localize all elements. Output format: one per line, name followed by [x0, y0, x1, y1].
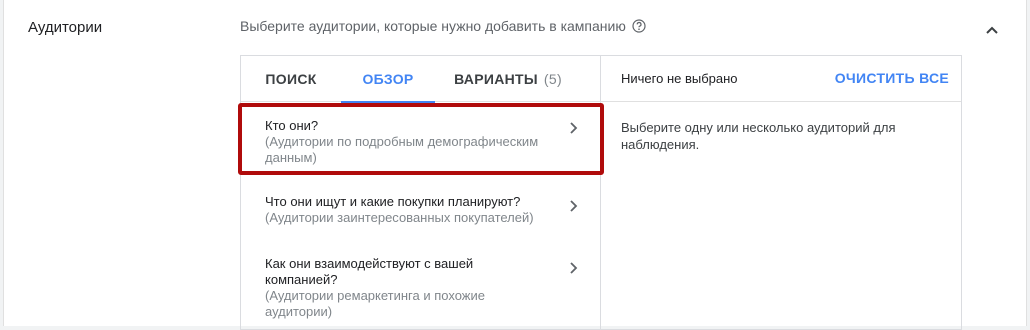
- browse-pane: ПОИСК ОБЗОР ВАРИАНТЫ (5) Кто они? (Аудит…: [238, 56, 604, 329]
- tab-search[interactable]: ПОИСК: [241, 56, 341, 102]
- list-item-title: Что они ищут и какие покупки планируют?: [265, 194, 521, 209]
- selection-empty-text: Ничего не выбрано: [621, 71, 738, 86]
- tab-browse[interactable]: ОБЗОР: [341, 56, 435, 103]
- chevron-up-icon: [986, 26, 998, 34]
- list-item-subtitle: (Аудитории заинтересованных покупателей): [265, 210, 534, 225]
- section-title: Аудитории: [28, 19, 103, 36]
- selection-header: Ничего не выбрано ОЧИСТИТЬ ВСЕ: [601, 56, 961, 102]
- tab-browse-label: ОБЗОР: [362, 71, 414, 87]
- tab-options[interactable]: ВАРИАНТЫ (5): [435, 56, 581, 102]
- chevron-right-icon: [570, 122, 578, 134]
- instruction-text: Выберите аудитории, которые нужно добави…: [240, 18, 626, 34]
- help-circle-icon[interactable]: [632, 19, 646, 33]
- list-item-interaction[interactable]: Как они взаимодействуют с вашей компание…: [241, 256, 601, 320]
- list-item-subtitle: (Аудитории ремаркетинга и похожие аудито…: [265, 288, 485, 319]
- chevron-right-icon: [570, 200, 578, 212]
- collapse-button[interactable]: [980, 18, 1004, 42]
- list-item-intent[interactable]: Что они ищут и какие покупки планируют? …: [241, 194, 601, 226]
- selection-hint: Выберите одну или несколько аудиторий дл…: [621, 120, 896, 152]
- list-item-who[interactable]: Кто они? (Аудитории по подробным демогра…: [241, 118, 601, 166]
- list-item-title: Как они взаимодействуют с вашей компание…: [265, 256, 474, 287]
- active-tab-indicator: [341, 101, 435, 103]
- instruction: Выберите аудитории, которые нужно добави…: [240, 18, 646, 34]
- list-item-title: Кто они?: [265, 118, 319, 133]
- chevron-right-icon: [570, 262, 578, 274]
- tab-options-count: (5): [543, 71, 562, 87]
- clear-all-button[interactable]: ОЧИСТИТЬ ВСЕ: [835, 70, 949, 86]
- tab-search-label: ПОИСК: [265, 71, 317, 87]
- audience-browser: ПОИСК ОБЗОР ВАРИАНТЫ (5) Кто они? (Аудит…: [238, 55, 962, 330]
- tab-bar: ПОИСК ОБЗОР ВАРИАНТЫ (5): [241, 56, 601, 103]
- list-item-subtitle: (Аудитории по подробным демографическим …: [265, 134, 539, 165]
- audiences-card: Аудитории Выберите аудитории, которые ну…: [3, 0, 1027, 330]
- tab-options-label: ВАРИАНТЫ: [454, 71, 538, 87]
